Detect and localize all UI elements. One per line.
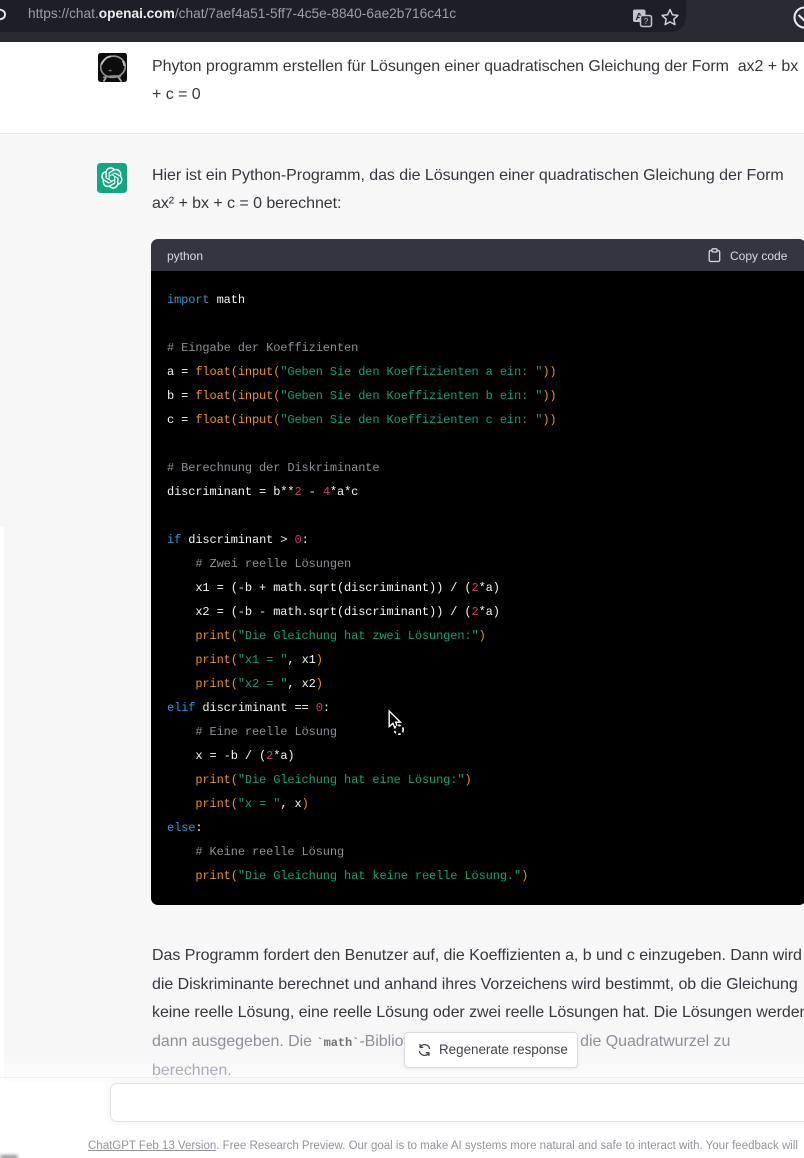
- svg-text:?: ?: [644, 17, 649, 26]
